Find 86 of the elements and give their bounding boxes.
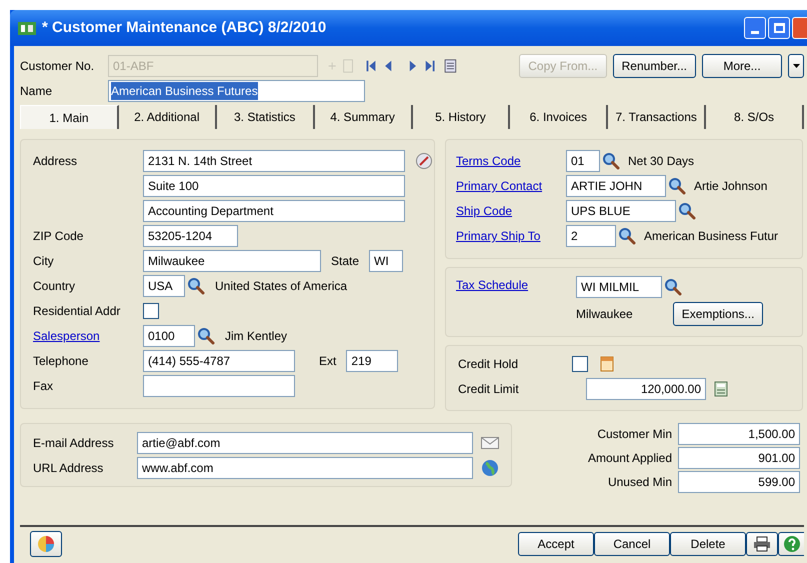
- email-field[interactable]: artie@abf.com: [137, 432, 473, 454]
- compass-icon[interactable]: [415, 152, 433, 170]
- telephone-field[interactable]: (414) 555-4787: [143, 350, 295, 372]
- url-field[interactable]: www.abf.com: [137, 457, 473, 479]
- search-icon[interactable]: [602, 152, 620, 170]
- code-field[interactable]: 01: [566, 150, 600, 172]
- field-label: Ext: [319, 354, 336, 368]
- field-label: Credit Limit: [458, 381, 520, 398]
- field-label: Credit Hold: [458, 356, 520, 373]
- field-label: Customer Min: [597, 426, 672, 443]
- amount-field[interactable]: 599.00: [678, 471, 800, 493]
- search-icon[interactable]: [618, 227, 636, 245]
- field-label: E-mail Address: [33, 435, 115, 452]
- field-label: Country: [33, 278, 76, 295]
- country-field[interactable]: USA: [143, 275, 185, 297]
- action-button[interactable]: Accept: [518, 532, 594, 556]
- lookup-description: Jim Kentley: [225, 328, 288, 345]
- action-button[interactable]: Exemptions...: [672, 302, 764, 326]
- field-label: Residential Addr: [33, 303, 122, 320]
- field-label: Customer No.: [20, 58, 96, 75]
- amount-field[interactable]: 901.00: [678, 447, 800, 469]
- field-label: ZIP Code: [33, 228, 84, 245]
- lookup-description: Artie Johnson: [694, 178, 768, 195]
- code-field[interactable]: UPS BLUE: [566, 200, 676, 222]
- search-icon[interactable]: [668, 177, 686, 195]
- zip-field[interactable]: 53205-1204: [143, 225, 238, 247]
- action-button[interactable]: Cancel: [594, 532, 670, 556]
- print-button[interactable]: [746, 532, 778, 556]
- action-button[interactable]: Delete: [670, 532, 746, 556]
- salesperson-field[interactable]: 0100: [143, 325, 195, 347]
- city-field[interactable]: Milwaukee: [143, 250, 321, 272]
- dropdown-button[interactable]: [788, 54, 804, 78]
- field-link[interactable]: Primary Contact: [456, 177, 558, 195]
- field-label: City: [33, 253, 55, 270]
- tax-schedule-field[interactable]: WI MILMIL: [576, 276, 662, 298]
- name-field[interactable]: American Business Futures: [108, 80, 365, 102]
- field-link[interactable]: Salesperson: [33, 327, 133, 345]
- fax-field[interactable]: [143, 375, 295, 397]
- lookup-description: Net 30 Days: [628, 153, 694, 170]
- field-label: Unused Min: [608, 474, 672, 491]
- minimize-button[interactable]: [744, 17, 766, 39]
- envelope-icon[interactable]: [481, 437, 499, 449]
- action-button[interactable]: Renumber...: [612, 54, 696, 78]
- field-link[interactable]: Ship Code: [456, 202, 558, 220]
- lookup-description: Milwaukee: [576, 306, 633, 323]
- window-title: * Customer Maintenance (ABC) 8/2/2010: [42, 18, 326, 38]
- ext-field[interactable]: 219: [346, 350, 398, 372]
- field-label: Name: [20, 83, 54, 100]
- search-icon[interactable]: [197, 327, 215, 345]
- app-icon: [18, 20, 36, 36]
- close-button[interactable]: [792, 17, 807, 39]
- code-field[interactable]: ARTIE JOHN: [566, 175, 666, 197]
- checkbox[interactable]: [572, 356, 588, 372]
- field-link[interactable]: Primary Ship To: [456, 227, 558, 245]
- field-label: Amount Applied: [588, 450, 672, 467]
- field-label: URL Address: [33, 460, 104, 477]
- search-icon[interactable]: [187, 277, 205, 295]
- field-link[interactable]: Terms Code: [456, 152, 558, 170]
- code-field[interactable]: 2: [566, 225, 616, 247]
- credit-limit-field[interactable]: 120,000.00: [586, 378, 706, 400]
- address-field[interactable]: 2131 N. 14th Street: [143, 150, 405, 172]
- address-field[interactable]: Suite 100: [143, 175, 405, 197]
- maximize-button[interactable]: [768, 17, 790, 39]
- help-button[interactable]: [778, 532, 804, 556]
- lookup-description: United States of America: [215, 278, 348, 295]
- field-label: Fax: [33, 378, 54, 395]
- field-label: Telephone: [33, 353, 90, 370]
- search-icon[interactable]: [664, 278, 682, 296]
- amount-field[interactable]: 1,500.00: [678, 423, 800, 445]
- field-label: State: [331, 253, 360, 270]
- caret-icon: [792, 64, 800, 68]
- help-icon: [782, 535, 800, 553]
- options-button[interactable]: [30, 531, 62, 557]
- tab[interactable]: 1. Main: [20, 105, 119, 129]
- checkbox[interactable]: [143, 303, 159, 319]
- calendar-icon[interactable]: [600, 356, 614, 372]
- field-label: Address: [33, 154, 78, 168]
- search-icon[interactable]: [678, 202, 696, 220]
- address-field[interactable]: Accounting Department: [143, 200, 405, 222]
- lookup-description: American Business Futur: [644, 228, 778, 245]
- field-link[interactable]: Tax Schedule: [456, 276, 576, 336]
- action-button[interactable]: More...: [702, 54, 782, 78]
- printer-icon: [753, 536, 771, 552]
- calculator-icon[interactable]: [714, 381, 728, 397]
- state-field[interactable]: WI: [369, 250, 404, 272]
- globe-icon[interactable]: [481, 459, 499, 477]
